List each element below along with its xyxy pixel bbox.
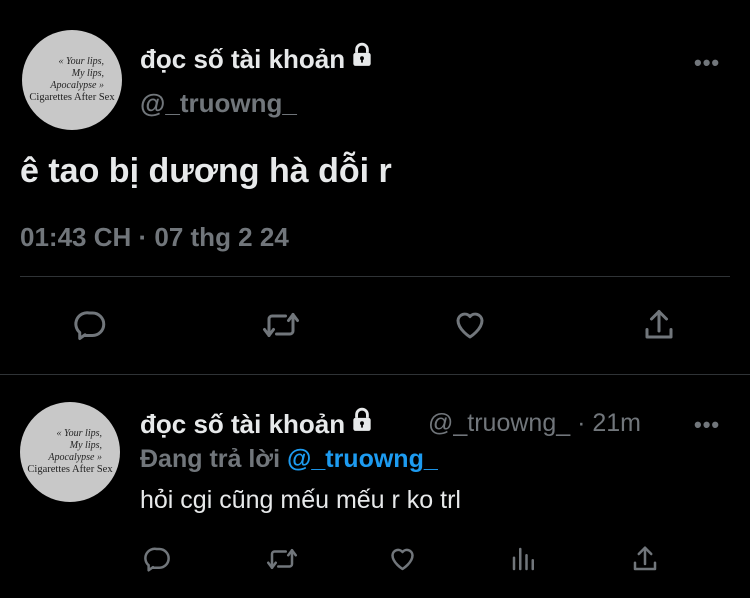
reply-button[interactable] bbox=[140, 542, 176, 576]
retweet-icon bbox=[263, 313, 299, 337]
avatar-text-line: « Your lips, bbox=[58, 56, 104, 67]
share-icon bbox=[645, 310, 673, 339]
display-name[interactable]: đọc số tài khoản bbox=[140, 42, 375, 75]
avatar-text-line: Cigarettes After Sex bbox=[27, 464, 113, 475]
avatar-text-line: My lips, bbox=[69, 440, 102, 451]
more-options-icon[interactable]: ••• bbox=[694, 50, 720, 76]
divider bbox=[20, 276, 730, 277]
reply-icon bbox=[144, 547, 170, 572]
handle[interactable]: @_truowng_ · 21m bbox=[428, 409, 641, 438]
divider bbox=[0, 374, 750, 375]
share-button[interactable] bbox=[638, 304, 680, 346]
avatar-text-line: Cigarettes After Sex bbox=[29, 92, 115, 103]
avatar-text-line: « Your lips, bbox=[56, 428, 102, 439]
more-options-icon[interactable]: ••• bbox=[694, 412, 720, 438]
share-icon bbox=[633, 546, 657, 571]
avatar-text-line: My lips, bbox=[71, 68, 104, 79]
avatar-text-line: Apocalypse » bbox=[50, 80, 104, 91]
tweet-text: ê tao bị dương hà dỗi r bbox=[20, 152, 392, 190]
retweet-button[interactable] bbox=[262, 542, 302, 576]
reply-icon bbox=[74, 311, 106, 340]
like-button[interactable] bbox=[448, 304, 492, 346]
display-name-text: đọc số tài khoản bbox=[140, 44, 346, 74]
avatar-text-line: Apocalypse » bbox=[48, 452, 102, 463]
reply-button[interactable] bbox=[70, 304, 112, 346]
share-button[interactable] bbox=[627, 542, 663, 576]
avatar[interactable]: « Your lips, My lips, Apocalypse » Cigar… bbox=[20, 402, 120, 502]
timestamp[interactable]: 01:43 CH · 07 thg 2 24 bbox=[20, 222, 289, 253]
display-name[interactable]: đọc số tài khoản bbox=[140, 407, 375, 440]
mention-link[interactable]: @_truowng_ bbox=[287, 445, 438, 473]
like-icon bbox=[390, 548, 414, 571]
views-icon bbox=[512, 547, 534, 571]
handle-text: @_truowng_ bbox=[428, 409, 571, 437]
lock-icon bbox=[349, 42, 375, 75]
handle[interactable]: @_truowng_ bbox=[140, 88, 297, 119]
replying-prefix: Đang trả lời bbox=[140, 445, 281, 473]
display-name-text: đọc số tài khoản bbox=[140, 409, 346, 439]
like-button[interactable] bbox=[384, 542, 420, 576]
views-button[interactable] bbox=[506, 542, 542, 576]
retweet-button[interactable] bbox=[258, 304, 304, 346]
replying-to: Đang trả lời @_truowng_ bbox=[140, 445, 438, 474]
relative-time: · 21m bbox=[577, 409, 641, 437]
avatar[interactable]: « Your lips, My lips, Apocalypse » Cigar… bbox=[22, 30, 122, 130]
like-icon bbox=[456, 312, 484, 339]
tweet-text: hỏi cgi cũng mếu mếu r ko trl bbox=[140, 486, 461, 514]
lock-icon bbox=[349, 407, 375, 440]
retweet-icon bbox=[267, 549, 297, 569]
